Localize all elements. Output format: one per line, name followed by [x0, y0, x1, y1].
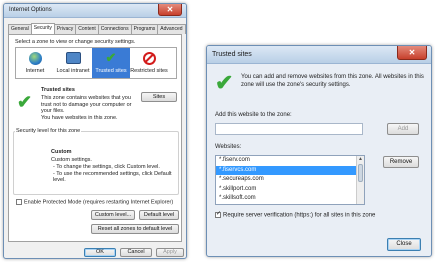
security-level-label: Security level for this zone — [15, 128, 82, 134]
require-https-label: Require server verification (https:) for… — [223, 212, 376, 219]
title-bar: Internet Options ✕ — [4, 4, 186, 18]
scroll-up-icon[interactable]: ▲ — [357, 156, 364, 163]
trusted-sites-dialog: Trusted sites ✕ ✔ You can add and remove… — [206, 45, 432, 257]
zone-list: Internet Local intranet ✔ Trusted sites … — [15, 47, 177, 79]
protected-mode-label: Enable Protected Mode (requires restarti… — [24, 199, 174, 206]
tab-connections[interactable]: Connections — [97, 24, 132, 34]
require-https-row[interactable]: Require server verification (https:) for… — [215, 210, 376, 219]
close-button[interactable]: Close — [387, 238, 421, 251]
zone-label: Trusted sites — [95, 68, 127, 74]
info-text: You can add and remove websites from thi… — [241, 74, 424, 88]
security-panel: Select a zone to view or change security… — [8, 34, 182, 242]
add-website-input[interactable] — [215, 123, 363, 135]
zone-local-intranet[interactable]: Local intranet — [54, 48, 92, 78]
tab-advanced[interactable]: Advanced — [157, 24, 186, 34]
custom-line: - To change the settings, click Custom l… — [53, 164, 160, 170]
websites-label: Websites: — [215, 144, 242, 150]
zone-label: Local intranet — [56, 68, 90, 74]
zone-description: This zone contains websites that you tru… — [41, 95, 132, 114]
default-level-button[interactable]: Default level — [139, 210, 179, 220]
security-level-group — [13, 131, 179, 195]
tab-privacy[interactable]: Privacy — [53, 24, 77, 34]
websites-list[interactable]: *.fiserv.com *.fiservcs.com *.secureaps.… — [215, 155, 365, 205]
custom-title: Custom — [51, 149, 72, 155]
tab-general[interactable]: General — [8, 24, 32, 34]
apply-button: Apply — [156, 248, 184, 257]
protected-mode-checkbox[interactable] — [16, 199, 22, 205]
website-item[interactable]: *.skillsoft.com — [216, 194, 364, 204]
close-icon[interactable]: ✕ — [397, 46, 427, 60]
scroll-thumb[interactable] — [358, 164, 363, 182]
remove-button[interactable]: Remove — [383, 156, 419, 168]
tab-strip: General Security Privacy Content Connect… — [8, 23, 186, 34]
checkmark-icon: ✔ — [105, 50, 117, 65]
sites-button[interactable]: Sites — [141, 92, 177, 102]
website-item[interactable]: *.skillport.com — [216, 185, 364, 195]
tab-programs[interactable]: Programs — [130, 24, 159, 34]
cancel-button[interactable]: Cancel — [120, 248, 152, 257]
ok-button[interactable]: OK — [84, 248, 116, 257]
zone-trusted-sites[interactable]: ✔ Trusted sites — [92, 48, 130, 78]
reset-all-zones-button[interactable]: Reset all zones to default level — [91, 224, 179, 234]
title-bar: Trusted sites ✕ — [207, 46, 431, 64]
close-icon[interactable]: ✕ — [158, 4, 182, 16]
custom-line: Custom settings. — [51, 157, 92, 163]
globe-icon — [27, 50, 43, 66]
add-button: Add — [387, 123, 419, 135]
internet-options-window: Internet Options ✕ General Security Priv… — [3, 3, 187, 259]
zone-restricted-sites[interactable]: Restricted sites — [130, 48, 168, 78]
website-item[interactable]: *.secureaps.com — [216, 175, 364, 185]
intranet-icon — [65, 50, 81, 66]
zone-label: Internet — [25, 68, 45, 74]
zone-label: Restricted sites — [130, 68, 168, 74]
protected-mode-row[interactable]: Enable Protected Mode (requires restarti… — [16, 199, 173, 205]
custom-level-button[interactable]: Custom level... — [91, 210, 135, 220]
window-title: Internet Options — [9, 7, 52, 13]
add-website-label: Add this website to the zone: — [215, 112, 292, 118]
website-item[interactable]: *.fiserv.com — [216, 156, 364, 166]
list-scrollbar[interactable]: ▲ — [356, 156, 364, 204]
zone-internet[interactable]: Internet — [16, 48, 54, 78]
trusted-checkmark-icon: ✔ — [17, 92, 33, 112]
tab-content[interactable]: Content — [75, 24, 99, 34]
select-zone-label: Select a zone to view or change security… — [15, 39, 136, 45]
restricted-icon — [141, 50, 157, 66]
require-https-checkbox[interactable] — [215, 210, 221, 218]
zone-description-sites: You have websites in this zone. — [41, 115, 118, 121]
zone-title: Trusted sites — [41, 87, 75, 93]
dialog-title: Trusted sites — [212, 51, 252, 58]
checkmark-icon: ✔ — [215, 70, 234, 95]
custom-line: - To use the recommended settings, click… — [53, 171, 172, 183]
website-item-selected[interactable]: *.fiservcs.com — [216, 165, 364, 175]
tab-security[interactable]: Security — [30, 23, 55, 34]
